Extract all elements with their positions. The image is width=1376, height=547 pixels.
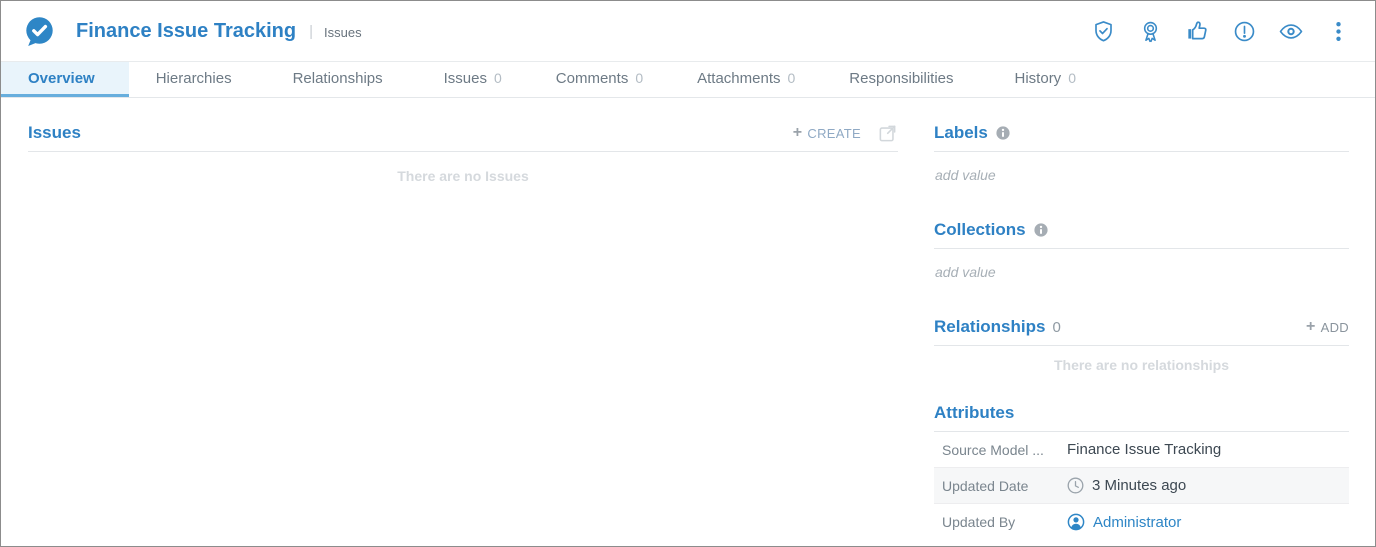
issues-empty-message: There are no Issues: [28, 168, 898, 184]
relationships-section-title: Relationships: [934, 317, 1045, 337]
attribute-value-text: 3 Minutes ago: [1092, 477, 1186, 494]
info-icon[interactable]: [1034, 223, 1048, 237]
breadcrumb-divider: |: [309, 23, 313, 40]
tab-issues[interactable]: Issues 0: [417, 62, 529, 97]
attribute-value-text: Finance Issue Tracking: [1067, 441, 1221, 458]
collections-section: Collections add value: [934, 219, 1349, 280]
tab-label: Relationships: [293, 70, 383, 87]
collections-section-title: Collections: [934, 220, 1026, 240]
tab-count: 0: [788, 70, 796, 86]
tab-label: Overview: [28, 70, 95, 87]
tab-relationships[interactable]: Relationships: [266, 62, 417, 97]
attribute-label: Source Model ...: [942, 442, 1067, 458]
plus-icon: +: [1306, 318, 1316, 336]
attributes-table: Source Model ... Finance Issue Tracking …: [934, 432, 1349, 540]
alert-circle-icon[interactable]: [1231, 18, 1257, 44]
app-window: Finance Issue Tracking | Issues: [0, 0, 1376, 547]
tab-label: History: [1015, 70, 1062, 87]
attribute-value-link[interactable]: Administrator: [1093, 514, 1181, 531]
tab-count: 0: [635, 70, 643, 86]
collections-add-value[interactable]: add value: [935, 264, 1349, 280]
user-icon: [1067, 513, 1085, 531]
issues-section-title: Issues: [28, 123, 81, 143]
tab-attachments[interactable]: Attachments 0: [670, 62, 822, 97]
relationships-empty-message: There are no relationships: [934, 357, 1349, 373]
breadcrumb: Issues: [324, 23, 362, 40]
attributes-section-title: Attributes: [934, 403, 1014, 423]
attribute-row-updated-by: Updated By: [934, 504, 1349, 540]
divider: [934, 151, 1349, 152]
add-relationship-button[interactable]: + ADD: [1306, 318, 1349, 336]
content-area: Issues + CREATE There a: [1, 98, 1375, 540]
add-button-label: ADD: [1321, 320, 1349, 335]
labels-add-value[interactable]: add value: [935, 167, 1349, 183]
attributes-section: Attributes Source Model ... Finance Issu…: [934, 402, 1349, 540]
export-icon[interactable]: [877, 123, 898, 144]
tab-bar: Overview Hierarchies Relationships Issue…: [1, 62, 1375, 98]
issue-asset-logo-icon: [23, 15, 56, 48]
tab-label: Hierarchies: [156, 70, 232, 87]
attribute-row-source-model: Source Model ... Finance Issue Tracking: [934, 432, 1349, 468]
info-icon[interactable]: [996, 126, 1010, 140]
attribute-label: Updated By: [942, 514, 1067, 530]
create-button-label: CREATE: [807, 126, 861, 141]
certification-ribbon-icon[interactable]: [1137, 18, 1163, 44]
tab-count: 0: [494, 70, 502, 86]
attribute-value: Finance Issue Tracking: [1067, 441, 1221, 458]
relationships-section: Relationships 0 + ADD There are no relat…: [934, 316, 1349, 373]
divider: [934, 248, 1349, 249]
clock-icon: [1067, 477, 1084, 494]
tab-comments[interactable]: Comments 0: [529, 62, 670, 97]
tab-history[interactable]: History 0: [988, 62, 1103, 97]
divider: [28, 151, 898, 152]
divider: [934, 345, 1349, 346]
tab-label: Issues: [444, 70, 487, 87]
attribute-value: 3 Minutes ago: [1067, 477, 1186, 494]
thumbs-up-icon[interactable]: [1184, 18, 1210, 44]
more-options-icon[interactable]: [1325, 18, 1351, 44]
tab-count: 0: [1068, 70, 1076, 86]
labels-section: Labels add value: [934, 122, 1349, 183]
tab-hierarchies[interactable]: Hierarchies: [129, 62, 266, 97]
header-actions: [1090, 18, 1351, 44]
app-header: Finance Issue Tracking | Issues: [1, 1, 1375, 62]
attribute-value: Administrator: [1067, 513, 1181, 531]
tab-label: Responsibilities: [849, 70, 953, 87]
tab-overview[interactable]: Overview: [1, 62, 129, 97]
tab-responsibilities[interactable]: Responsibilities: [822, 62, 987, 97]
attribute-label: Updated Date: [942, 478, 1067, 494]
relationships-count: 0: [1052, 319, 1060, 336]
sidebar: Labels add value Collections: [934, 122, 1349, 540]
issues-panel: Issues + CREATE There a: [28, 122, 898, 540]
plus-icon: +: [793, 124, 803, 142]
page-title: Finance Issue Tracking: [76, 20, 296, 43]
labels-section-title: Labels: [934, 123, 988, 143]
tab-label: Comments: [556, 70, 629, 87]
attribute-row-updated-date: Updated Date 3 Minutes ago: [934, 468, 1349, 504]
tab-label: Attachments: [697, 70, 780, 87]
create-issue-button[interactable]: + CREATE: [793, 124, 861, 142]
eye-icon[interactable]: [1278, 18, 1304, 44]
shield-check-icon[interactable]: [1090, 18, 1116, 44]
